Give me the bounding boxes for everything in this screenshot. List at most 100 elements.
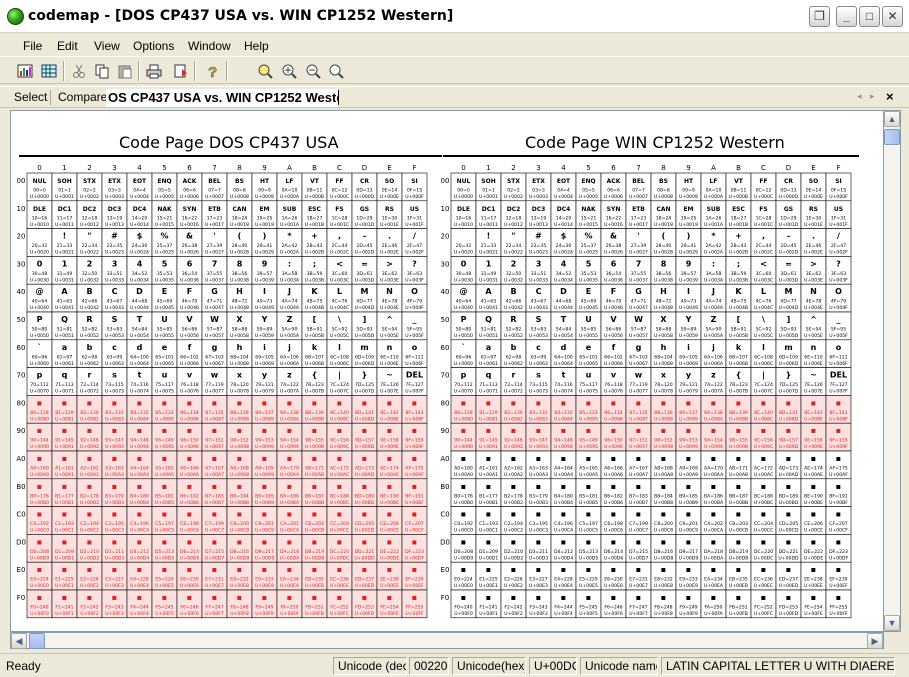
right-char-cell[interactable]: DC212=18U+0012	[500, 200, 527, 229]
compare-input[interactable]: OS CP437 USA vs. WIN CP1252 Weste	[106, 89, 338, 107]
left-char-cell[interactable]: GS1D=29U+001D	[351, 200, 378, 229]
right-char-cell[interactable]: U55=85U+0055	[575, 311, 602, 341]
left-char-cell[interactable]: ▪98=152U+0098	[226, 422, 253, 452]
left-char-cell[interactable]: ▪96=150U+0096	[176, 422, 203, 452]
left-char-cell[interactable]: ▪A2=162U+00A2	[76, 450, 103, 480]
right-char-cell[interactable]: ;3B=59U+003B	[725, 256, 752, 285]
right-char-cell[interactable]: ▪E5=229U+00E5	[575, 561, 602, 591]
right-char-cell[interactable]: ▪FF=255U+00FF	[825, 589, 852, 619]
right-char-cell[interactable]: Y59=89U+0059	[675, 311, 702, 341]
right-char-cell[interactable]: ▪99=153U+0099	[675, 422, 702, 452]
table-icon[interactable]	[39, 61, 59, 81]
right-char-cell[interactable]: V56=86U+0056	[600, 311, 627, 341]
left-char-cell[interactable]: ~7E=126U+007E	[376, 367, 403, 396]
right-char-cell[interactable]: ▪DC=220U+00DC	[750, 534, 777, 563]
right-char-cell[interactable]: ▪A6=166U+00A6	[600, 450, 627, 480]
left-char-cell[interactable]: J4A=74U+004A	[276, 283, 303, 313]
left-char-cell[interactable]: )29=41U+0029	[251, 228, 278, 257]
right-char-cell[interactable]: A41=65U+0041	[475, 283, 502, 313]
right-char-cell[interactable]: :3A=58U+003A	[700, 256, 727, 285]
left-char-cell[interactable]: ▪AF=175U+00AF	[401, 450, 428, 480]
left-char-cell[interactable]: ▪DF=223U+00DF	[401, 534, 428, 563]
left-char-cell[interactable]: ▪C3=195U+00C3	[101, 506, 128, 535]
left-char-cell[interactable]: RS1E=30U+001E	[376, 200, 403, 229]
left-char-cell[interactable]: w77=119U+0077	[201, 367, 228, 396]
right-char-cell[interactable]: ▪EC=236U+00EC	[750, 561, 777, 591]
left-char-cell[interactable]: O4F=79U+004F	[401, 283, 428, 313]
close-compare-icon[interactable]: ×	[886, 89, 894, 104]
right-char-cell[interactable]: s73=115U+0073	[525, 367, 552, 396]
left-char-cell[interactable]: ▪8A=138U+008A	[276, 395, 303, 424]
right-char-cell[interactable]: F46=70U+0046	[600, 283, 627, 313]
right-char-cell[interactable]: ▪BA=186U+00BA	[700, 478, 727, 507]
right-char-cell[interactable]: B42=66U+0042	[500, 283, 527, 313]
right-char-cell[interactable]: RS1E=30U+001E	[800, 200, 827, 229]
scroll-left-arrow-icon[interactable]: ◂	[857, 91, 862, 102]
right-char-cell[interactable]: ▪C0=192U+00C0	[450, 506, 477, 535]
left-char-cell[interactable]: 333=51U+0033	[101, 256, 128, 285]
right-char-cell[interactable]: ETB17=23U+0017	[625, 200, 652, 229]
right-char-cell[interactable]: #23=35U+0023	[525, 228, 552, 257]
right-char-cell[interactable]: l6C=108U+006C	[750, 339, 777, 368]
right-char-cell[interactable]: g67=103U+0067	[625, 339, 652, 368]
right-char-cell[interactable]: ▪EE=238U+00EE	[800, 561, 827, 591]
select-label[interactable]: Select	[14, 90, 47, 104]
left-char-cell[interactable]: ,2C=44U+002C	[326, 228, 353, 257]
right-char-cell[interactable]: ▪F4=244U+00F4	[550, 589, 577, 619]
left-char-cell[interactable]: G47=71U+0047	[201, 283, 228, 313]
left-char-cell[interactable]: ▪D0=208U+00D0	[26, 534, 53, 563]
right-char-cell[interactable]: ▪BE=190U+00BE	[800, 478, 827, 507]
right-char-cell[interactable]: 434=52U+0034	[550, 256, 577, 285]
left-char-cell[interactable]: CAN18=24U+0018	[226, 200, 253, 229]
right-char-cell[interactable]: ▪92=146U+0092	[500, 422, 527, 452]
right-char-cell[interactable]: ▪FE=254U+00FE	[800, 589, 827, 619]
scroll-up-icon[interactable]: ▲	[884, 111, 900, 127]
left-char-cell[interactable]: ▪9E=158U+009E	[376, 422, 403, 452]
left-char-cell[interactable]: ▪A0=160U+00A0	[26, 450, 53, 480]
left-char-cell[interactable]: ▪F2=242U+00F2	[76, 589, 103, 619]
right-char-cell[interactable]: HT09=9U+0009	[675, 172, 702, 202]
left-char-cell[interactable]: =3D=61U+003D	[351, 256, 378, 285]
right-char-cell[interactable]: BS08=8U+0008	[650, 172, 677, 202]
left-char-cell[interactable]: ▪90=144U+0090	[26, 422, 53, 452]
right-char-cell[interactable]: @40=64U+0040	[450, 283, 477, 313]
left-char-cell[interactable]: ENQ05=5U+0005	[151, 172, 178, 202]
right-char-cell[interactable]: "22=34U+0022	[500, 228, 527, 257]
left-char-cell[interactable]: Z5A=90U+005A	[276, 311, 303, 341]
left-char-cell[interactable]: ▪F8=248U+00F8	[226, 589, 253, 619]
right-char-cell[interactable]: ▪EF=239U+00EF	[825, 561, 852, 591]
scroll-right-arrow-icon[interactable]: ▸	[870, 91, 875, 102]
left-char-cell[interactable]: n6E=110U+006E	[376, 339, 403, 368]
right-char-cell[interactable]: ▪97=151U+0097	[625, 422, 652, 452]
right-char-cell[interactable]: ▪95=149U+0095	[575, 422, 602, 452]
right-char-cell[interactable]: 838=56U+0038	[650, 256, 677, 285]
left-char-cell[interactable]: ]5D=93U+005D	[351, 311, 378, 341]
left-char-cell[interactable]: ▪81=129U+0081	[51, 395, 78, 424]
right-char-cell[interactable]: O4F=79U+004F	[825, 283, 852, 313]
left-char-cell[interactable]: F46=70U+0046	[176, 283, 203, 313]
right-char-cell[interactable]: ▪8E=142U+008E	[800, 395, 827, 424]
right-char-cell[interactable]: ~7E=126U+007E	[800, 367, 827, 396]
right-char-cell[interactable]: \5C=92U+005C	[750, 311, 777, 341]
left-char-cell[interactable]: M4D=77U+004D	[351, 283, 378, 313]
right-char-cell[interactable]: ▪A9=169U+00A9	[675, 450, 702, 480]
right-char-cell[interactable]: ▪F7=247U+00F7	[625, 589, 652, 619]
right-char-cell[interactable]: W57=87U+0057	[625, 311, 652, 341]
left-char-cell[interactable]: 232=50U+0032	[76, 256, 103, 285]
right-char-cell[interactable]: SUB1A=26U+001A	[700, 200, 727, 229]
left-char-cell[interactable]: ▪C8=200U+00C8	[226, 506, 253, 535]
left-char-cell[interactable]: ▪E6=230U+00E6	[176, 561, 203, 591]
left-char-cell[interactable]: ▪92=146U+0092	[76, 422, 103, 452]
left-char-cell[interactable]: ▪FD=253U+00FD	[351, 589, 378, 619]
right-char-cell[interactable]: ▪EA=234U+00EA	[700, 561, 727, 591]
right-char-cell[interactable]: ^5E=94U+005E	[800, 311, 827, 341]
left-char-cell[interactable]: EOT04=4U+0004	[126, 172, 153, 202]
left-char-cell[interactable]: NUL00=0U+0000	[26, 172, 53, 202]
right-char-cell[interactable]: D44=68U+0044	[550, 283, 577, 313]
right-char-cell[interactable]: ▪F8=248U+00F8	[650, 589, 677, 619]
left-char-cell[interactable]: ▪85=133U+0085	[151, 395, 178, 424]
right-char-cell[interactable]: ▪D0=208U+00D0	[450, 534, 477, 563]
left-char-cell[interactable]: ▪E8=232U+00E8	[226, 561, 253, 591]
right-char-cell[interactable]: i69=105U+0069	[675, 339, 702, 368]
left-char-cell[interactable]: ▪D4=212U+00D4	[126, 534, 153, 563]
